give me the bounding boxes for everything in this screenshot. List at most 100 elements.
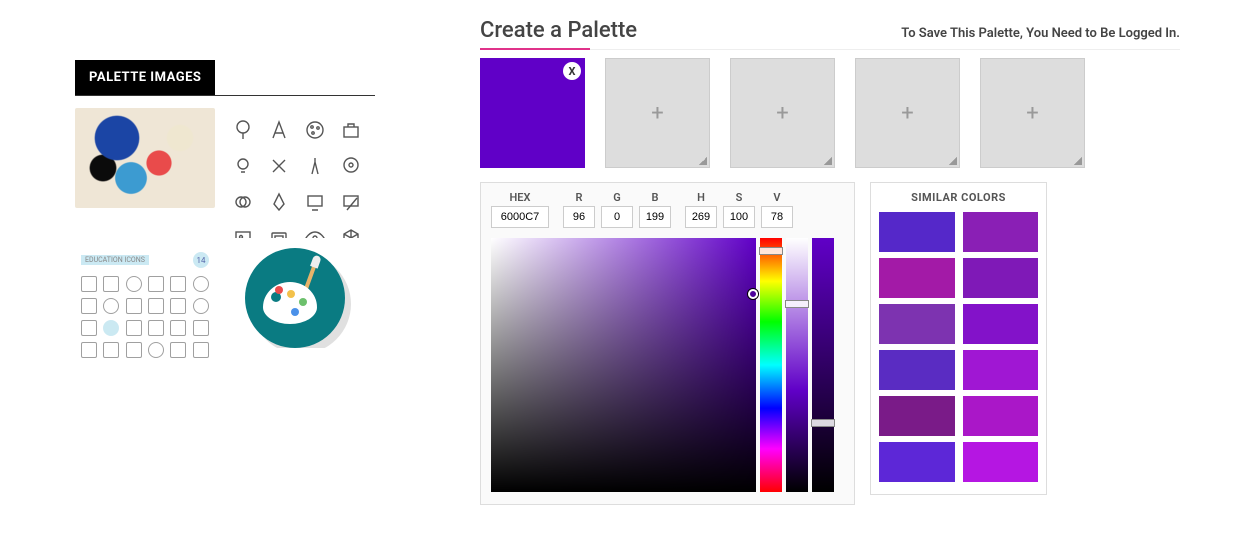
- font-icon: [267, 118, 291, 142]
- edu-icon: [126, 298, 142, 314]
- saturation-value-picker[interactable]: [491, 238, 756, 492]
- edu-count-badge: 14: [193, 252, 209, 268]
- create-palette-panel: Create a Palette To Save This Palette, Y…: [480, 18, 1180, 505]
- value-slider[interactable]: [812, 238, 834, 492]
- similar-color-swatch[interactable]: [963, 442, 1039, 482]
- edu-icon: [103, 342, 119, 358]
- palette-image-card[interactable]: EDUCATION ICONS 14: [75, 248, 215, 378]
- page-title: Create a Palette: [480, 18, 637, 43]
- rgb-field-group: R G B: [563, 191, 671, 228]
- sidebar-divider: [75, 95, 375, 96]
- h-label: H: [685, 191, 717, 204]
- education-icon-sheet: [75, 272, 215, 362]
- similar-color-swatch[interactable]: [879, 212, 955, 252]
- similar-color-swatch[interactable]: [963, 350, 1039, 390]
- paint-palette-icon: [263, 282, 317, 324]
- edu-icon: [126, 276, 142, 292]
- g-input[interactable]: [601, 206, 633, 228]
- edu-icon: [81, 320, 97, 336]
- pen-tool-icon: [267, 190, 291, 214]
- monitor-icon: [303, 190, 327, 214]
- similar-colors-heading: SIMILAR COLORS: [879, 191, 1038, 204]
- h-input[interactable]: [685, 206, 717, 228]
- hex-label: HEX: [491, 191, 549, 204]
- r-label: R: [563, 191, 595, 204]
- edu-icon: [170, 320, 186, 336]
- pencils-icon: [267, 154, 291, 178]
- b-input[interactable]: [639, 206, 671, 228]
- similar-color-swatch[interactable]: [879, 258, 955, 298]
- palette-images-heading: PALETTE IMAGES: [75, 60, 215, 95]
- edu-icon: [148, 276, 164, 292]
- palette-image-card[interactable]: [225, 108, 365, 238]
- s-label: S: [723, 191, 755, 204]
- edu-icon: [170, 342, 186, 358]
- paint-palette-icon: [75, 108, 215, 208]
- edu-icon: [170, 276, 186, 292]
- similar-color-swatch[interactable]: [963, 304, 1039, 344]
- remove-swatch-button[interactable]: X: [563, 62, 581, 80]
- similar-color-swatch[interactable]: [879, 442, 955, 482]
- g-label: G: [601, 191, 633, 204]
- compass-icon: [303, 154, 327, 178]
- add-swatch-slot[interactable]: +: [980, 58, 1085, 168]
- bulb-icon: [231, 154, 255, 178]
- slider-handle-icon: [759, 247, 783, 255]
- hex-field-group: HEX: [491, 191, 549, 228]
- palette-images-sidebar: PALETTE IMAGES: [75, 60, 375, 378]
- edu-icon: [81, 298, 97, 314]
- edu-icon: [170, 298, 186, 314]
- similar-color-swatch[interactable]: [879, 350, 955, 390]
- b-label: B: [639, 191, 671, 204]
- edu-icon: [103, 320, 119, 336]
- r-input[interactable]: [563, 206, 595, 228]
- hsv-field-group: H S V: [685, 191, 793, 228]
- similar-color-swatch[interactable]: [879, 304, 955, 344]
- palette-image-card[interactable]: [225, 248, 365, 348]
- palette-swatch-active[interactable]: X: [480, 58, 585, 168]
- edu-label: EDUCATION ICONS: [81, 255, 149, 265]
- slider-handle-icon: [811, 419, 835, 427]
- plus-icon: +: [1026, 101, 1038, 126]
- edu-icon: [148, 342, 164, 358]
- edu-icon: [81, 342, 97, 358]
- cube-icon: [339, 226, 363, 238]
- hex-input[interactable]: [491, 206, 549, 228]
- similar-color-swatch[interactable]: [963, 212, 1039, 252]
- similar-color-swatch[interactable]: [963, 258, 1039, 298]
- briefcase-icon: [339, 118, 363, 142]
- similar-color-swatch[interactable]: [963, 396, 1039, 436]
- palette-swatch-row: X + + + +: [480, 58, 1180, 168]
- lightness-slider[interactable]: [786, 238, 808, 492]
- v-input[interactable]: [761, 206, 793, 228]
- plus-icon: +: [776, 101, 788, 126]
- login-required-note: To Save This Palette, You Need to Be Log…: [901, 26, 1180, 41]
- eye-icon: [303, 226, 327, 238]
- plus-icon: +: [651, 101, 663, 126]
- sv-cursor-icon: [748, 289, 758, 299]
- image-icon: [231, 226, 255, 238]
- add-swatch-slot[interactable]: +: [730, 58, 835, 168]
- similar-colors-panel: SIMILAR COLORS: [870, 182, 1047, 495]
- hue-slider[interactable]: [760, 238, 782, 492]
- v-label: V: [761, 191, 793, 204]
- plus-icon: +: [901, 101, 913, 126]
- palette-image-card[interactable]: [75, 108, 215, 208]
- add-swatch-slot[interactable]: +: [605, 58, 710, 168]
- edu-icon: [193, 298, 209, 314]
- edu-icon: [193, 342, 209, 358]
- palette-icon: [303, 118, 327, 142]
- edu-icon: [103, 276, 119, 292]
- color-picker-panel: HEX R G B H: [480, 182, 855, 505]
- venn-icon: [231, 190, 255, 214]
- edu-icon: [193, 320, 209, 336]
- s-input[interactable]: [723, 206, 755, 228]
- balloon-icon: [231, 118, 255, 142]
- header-underline: [480, 49, 1180, 50]
- similar-color-swatch[interactable]: [879, 396, 955, 436]
- edu-icon: [193, 276, 209, 292]
- add-swatch-slot[interactable]: +: [855, 58, 960, 168]
- tablet-pen-icon: [339, 190, 363, 214]
- edu-icon: [148, 298, 164, 314]
- line-icon-sheet: [225, 108, 365, 238]
